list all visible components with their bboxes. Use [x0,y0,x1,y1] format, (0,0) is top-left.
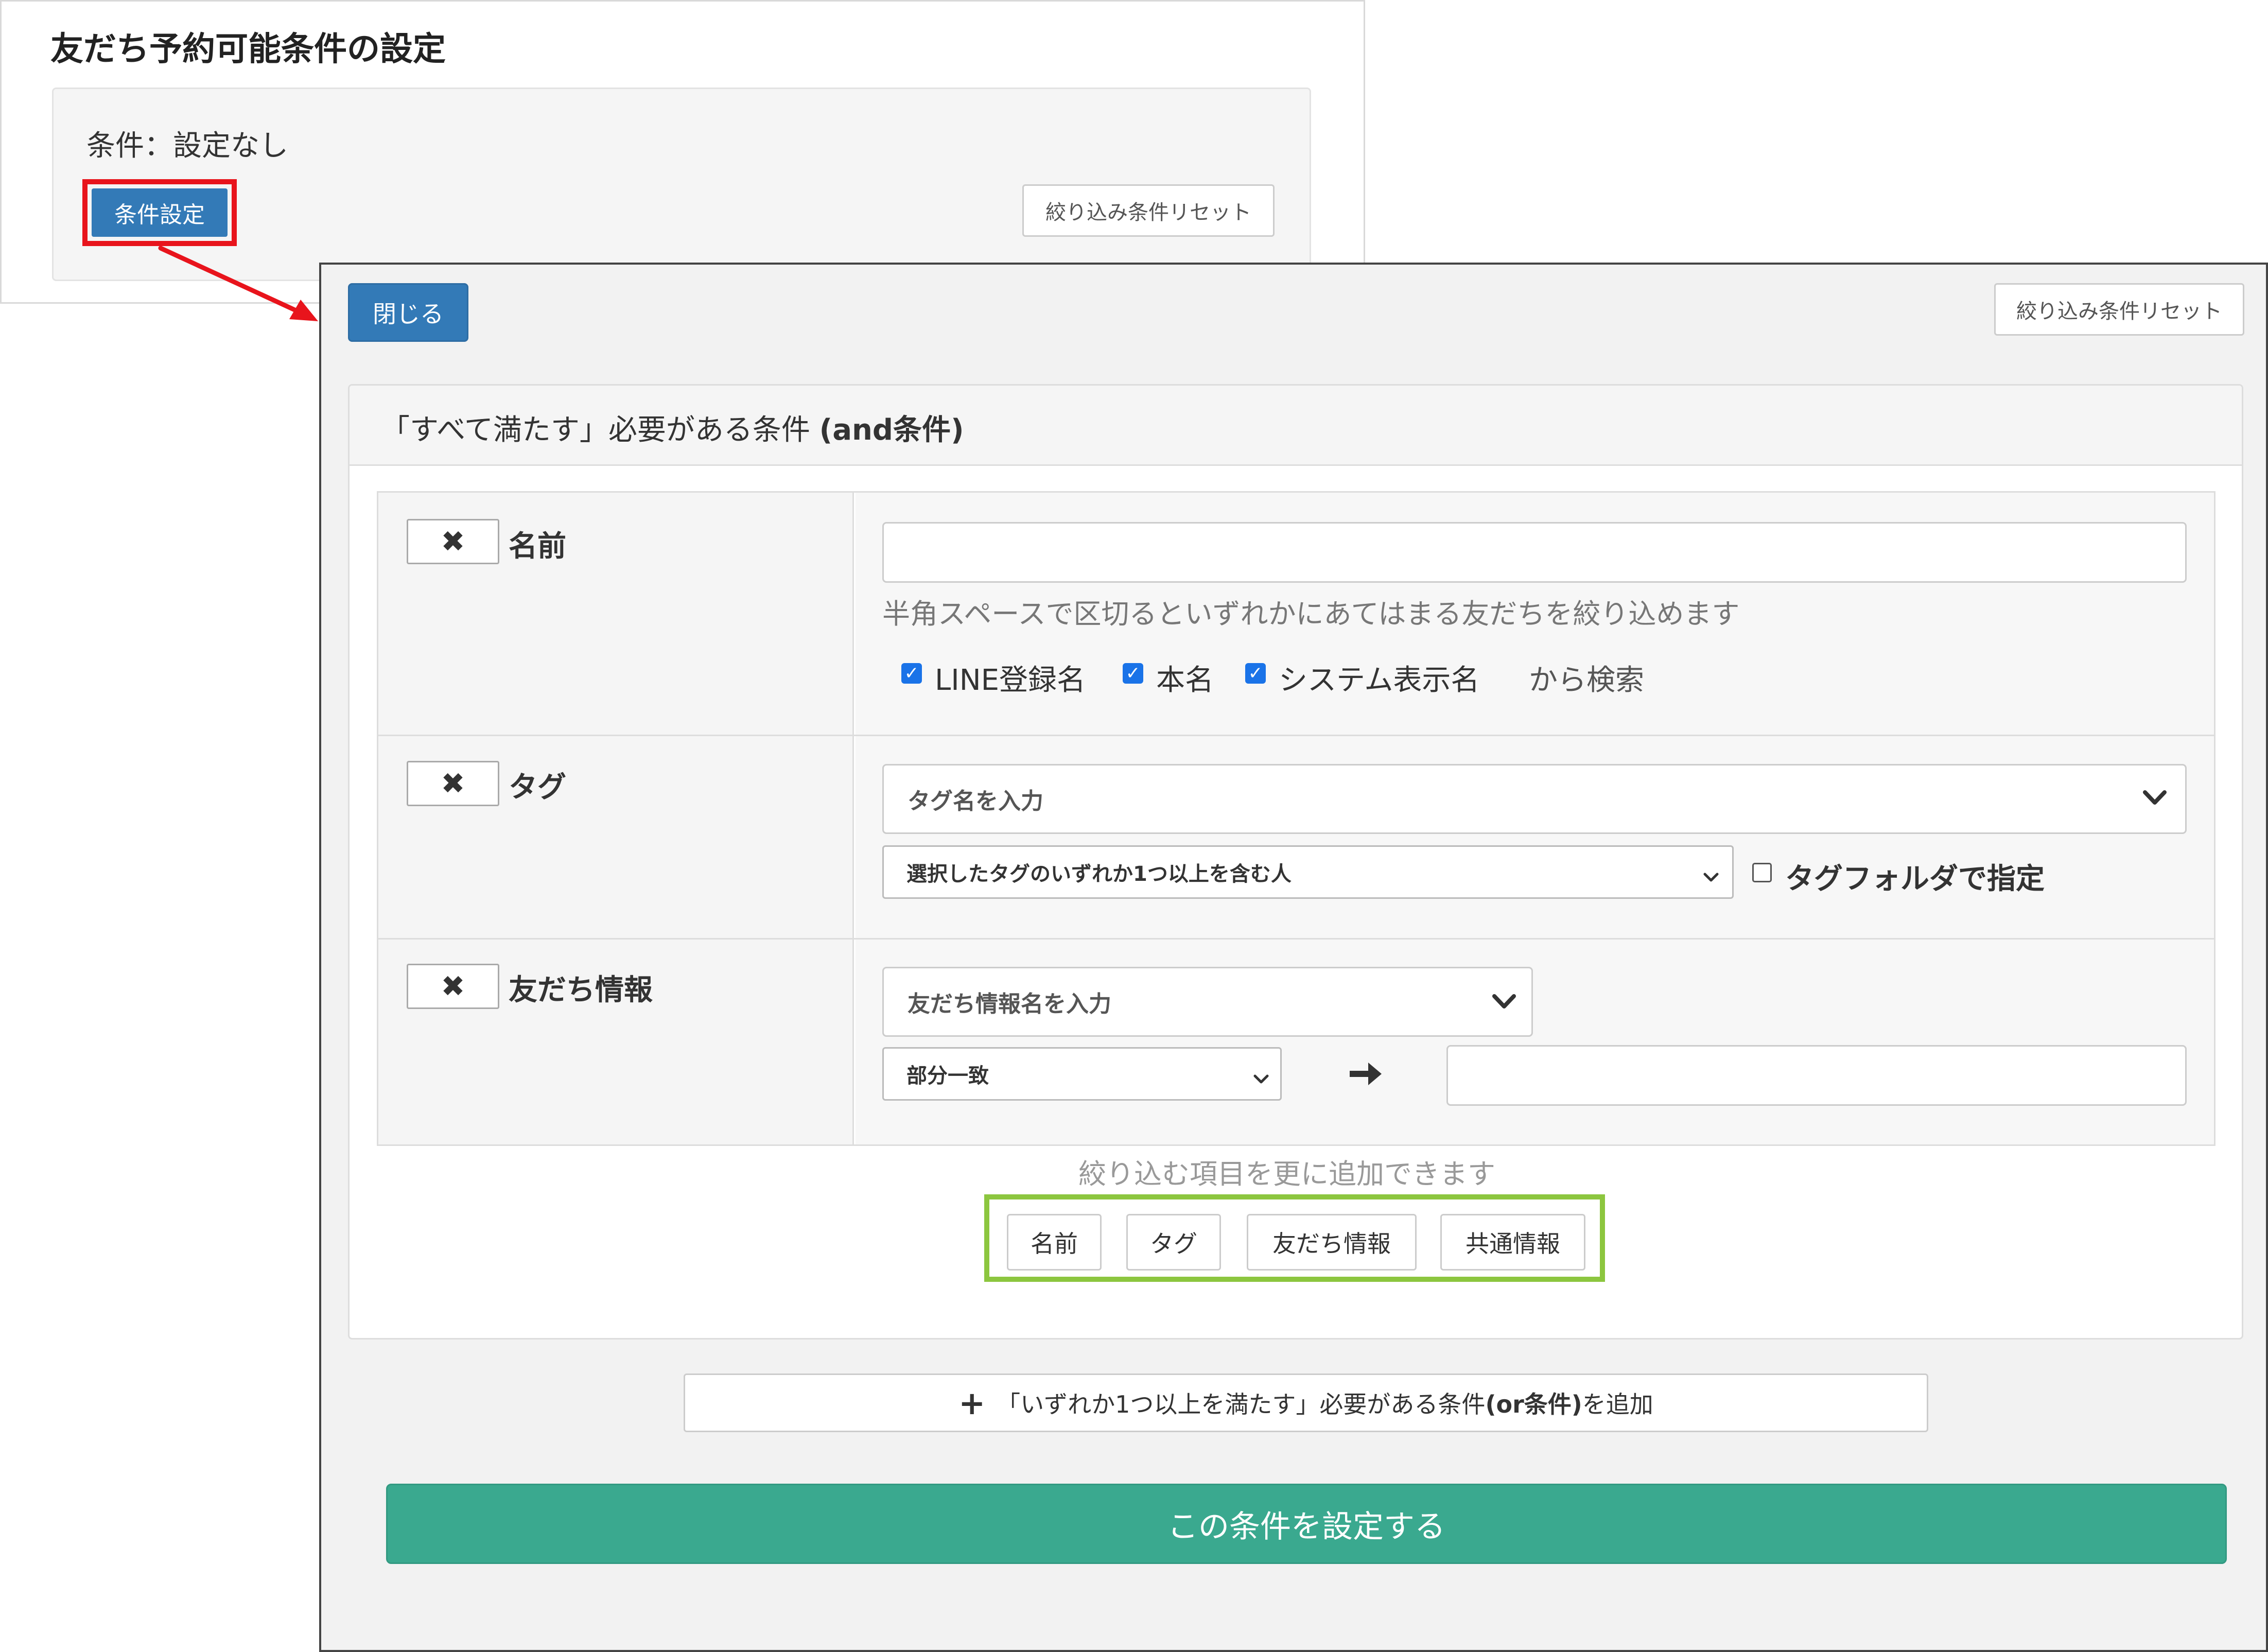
tag-match-select[interactable]: 選択したタグのいずれか1つ以上を含む人 [882,845,1734,899]
tag-name-select[interactable]: タグ名を入力 [882,764,2187,834]
page-title: 友だち予約可能条件の設定 [50,30,446,68]
line-name-checkbox[interactable]: ✓ [901,663,922,684]
or-button-text: 「いずれか1つ以上を満たす」必要がある条件 [997,1390,1486,1418]
chevron-down-icon [1492,989,1516,1015]
submit-condition-button[interactable]: この条件を設定する [386,1484,2227,1564]
name-row-label: 名前 [509,530,566,563]
annotation-arrow-icon [158,246,318,321]
and-title-bold: (and条件) [819,413,964,447]
and-condition-title: 「すべて満たす」必要がある条件 (and条件) [381,407,964,448]
remove-tag-condition-icon[interactable]: ✖ [407,761,499,806]
close-button[interactable]: 閉じる [348,283,468,342]
friend-info-select-text: 友だち情報名を入力 [908,991,1111,1017]
add-name-button[interactable]: 名前 [1007,1214,1102,1271]
add-tag-button[interactable]: タグ [1126,1214,1221,1271]
chevron-down-icon [2143,785,2167,811]
add-or-condition-button[interactable]: + 「いずれか1つ以上を満たす」必要がある条件 (or条件) を追加 [684,1373,1928,1432]
name-search-input[interactable] [882,522,2187,583]
friend-info-row-label: 友だち情報 [509,973,653,1007]
add-items-hint: 絞り込む項目を更に追加できます [1078,1158,1495,1190]
chevron-down-icon [1253,1066,1269,1090]
real-name-checkbox[interactable]: ✓ [1123,663,1143,684]
friend-info-match-select[interactable]: 部分一致 [882,1047,1282,1101]
remove-friend-info-condition-icon[interactable]: ✖ [407,964,499,1009]
remove-name-condition-icon[interactable]: ✖ [407,519,499,564]
add-common-info-button[interactable]: 共通情報 [1440,1214,1585,1271]
tag-folder-checkbox-label: タグフォルダで指定 [1785,862,2045,896]
line-name-checkbox-label: LINE登録名 [935,664,1086,697]
name-search-hint: 半角スペースで区切るといずれかにあてはまる友だちを絞り込めます [882,598,1740,630]
arrow-right-icon [1347,1055,1384,1092]
or-button-suffix: を追加 [1582,1390,1653,1418]
tag-folder-checkbox[interactable] [1752,863,1772,882]
search-from-suffix: から検索 [1529,664,1644,697]
chevron-down-icon [1703,864,1719,888]
friend-info-name-select[interactable]: 友だち情報名を入力 [882,967,1533,1037]
friend-info-match-select-text: 部分一致 [906,1064,989,1088]
or-button-bold: (or条件) [1485,1390,1582,1418]
background-reset-button[interactable]: 絞り込み条件リセット [1022,184,1275,237]
plus-icon: + [958,1384,986,1422]
tag-match-select-text: 選択したタグのいずれか1つ以上を含む人 [906,862,1292,886]
system-name-checkbox-label: システム表示名 [1279,664,1480,697]
real-name-checkbox-label: 本名 [1156,664,1214,697]
tag-row-label: タグ [509,771,566,804]
tag-name-select-text: タグ名を入力 [908,788,1043,814]
system-name-checkbox[interactable]: ✓ [1245,663,1266,684]
condition-settings-button[interactable]: 条件設定 [92,188,228,237]
add-friend-info-button[interactable]: 友だち情報 [1247,1214,1417,1271]
reset-filter-button[interactable]: 絞り込み条件リセット [1994,283,2244,336]
condition-status-text: 条件：設定なし [86,129,288,163]
and-title-text: 「すべて満たす」必要がある条件 [381,413,819,447]
friend-info-value-input[interactable] [1446,1045,2187,1106]
